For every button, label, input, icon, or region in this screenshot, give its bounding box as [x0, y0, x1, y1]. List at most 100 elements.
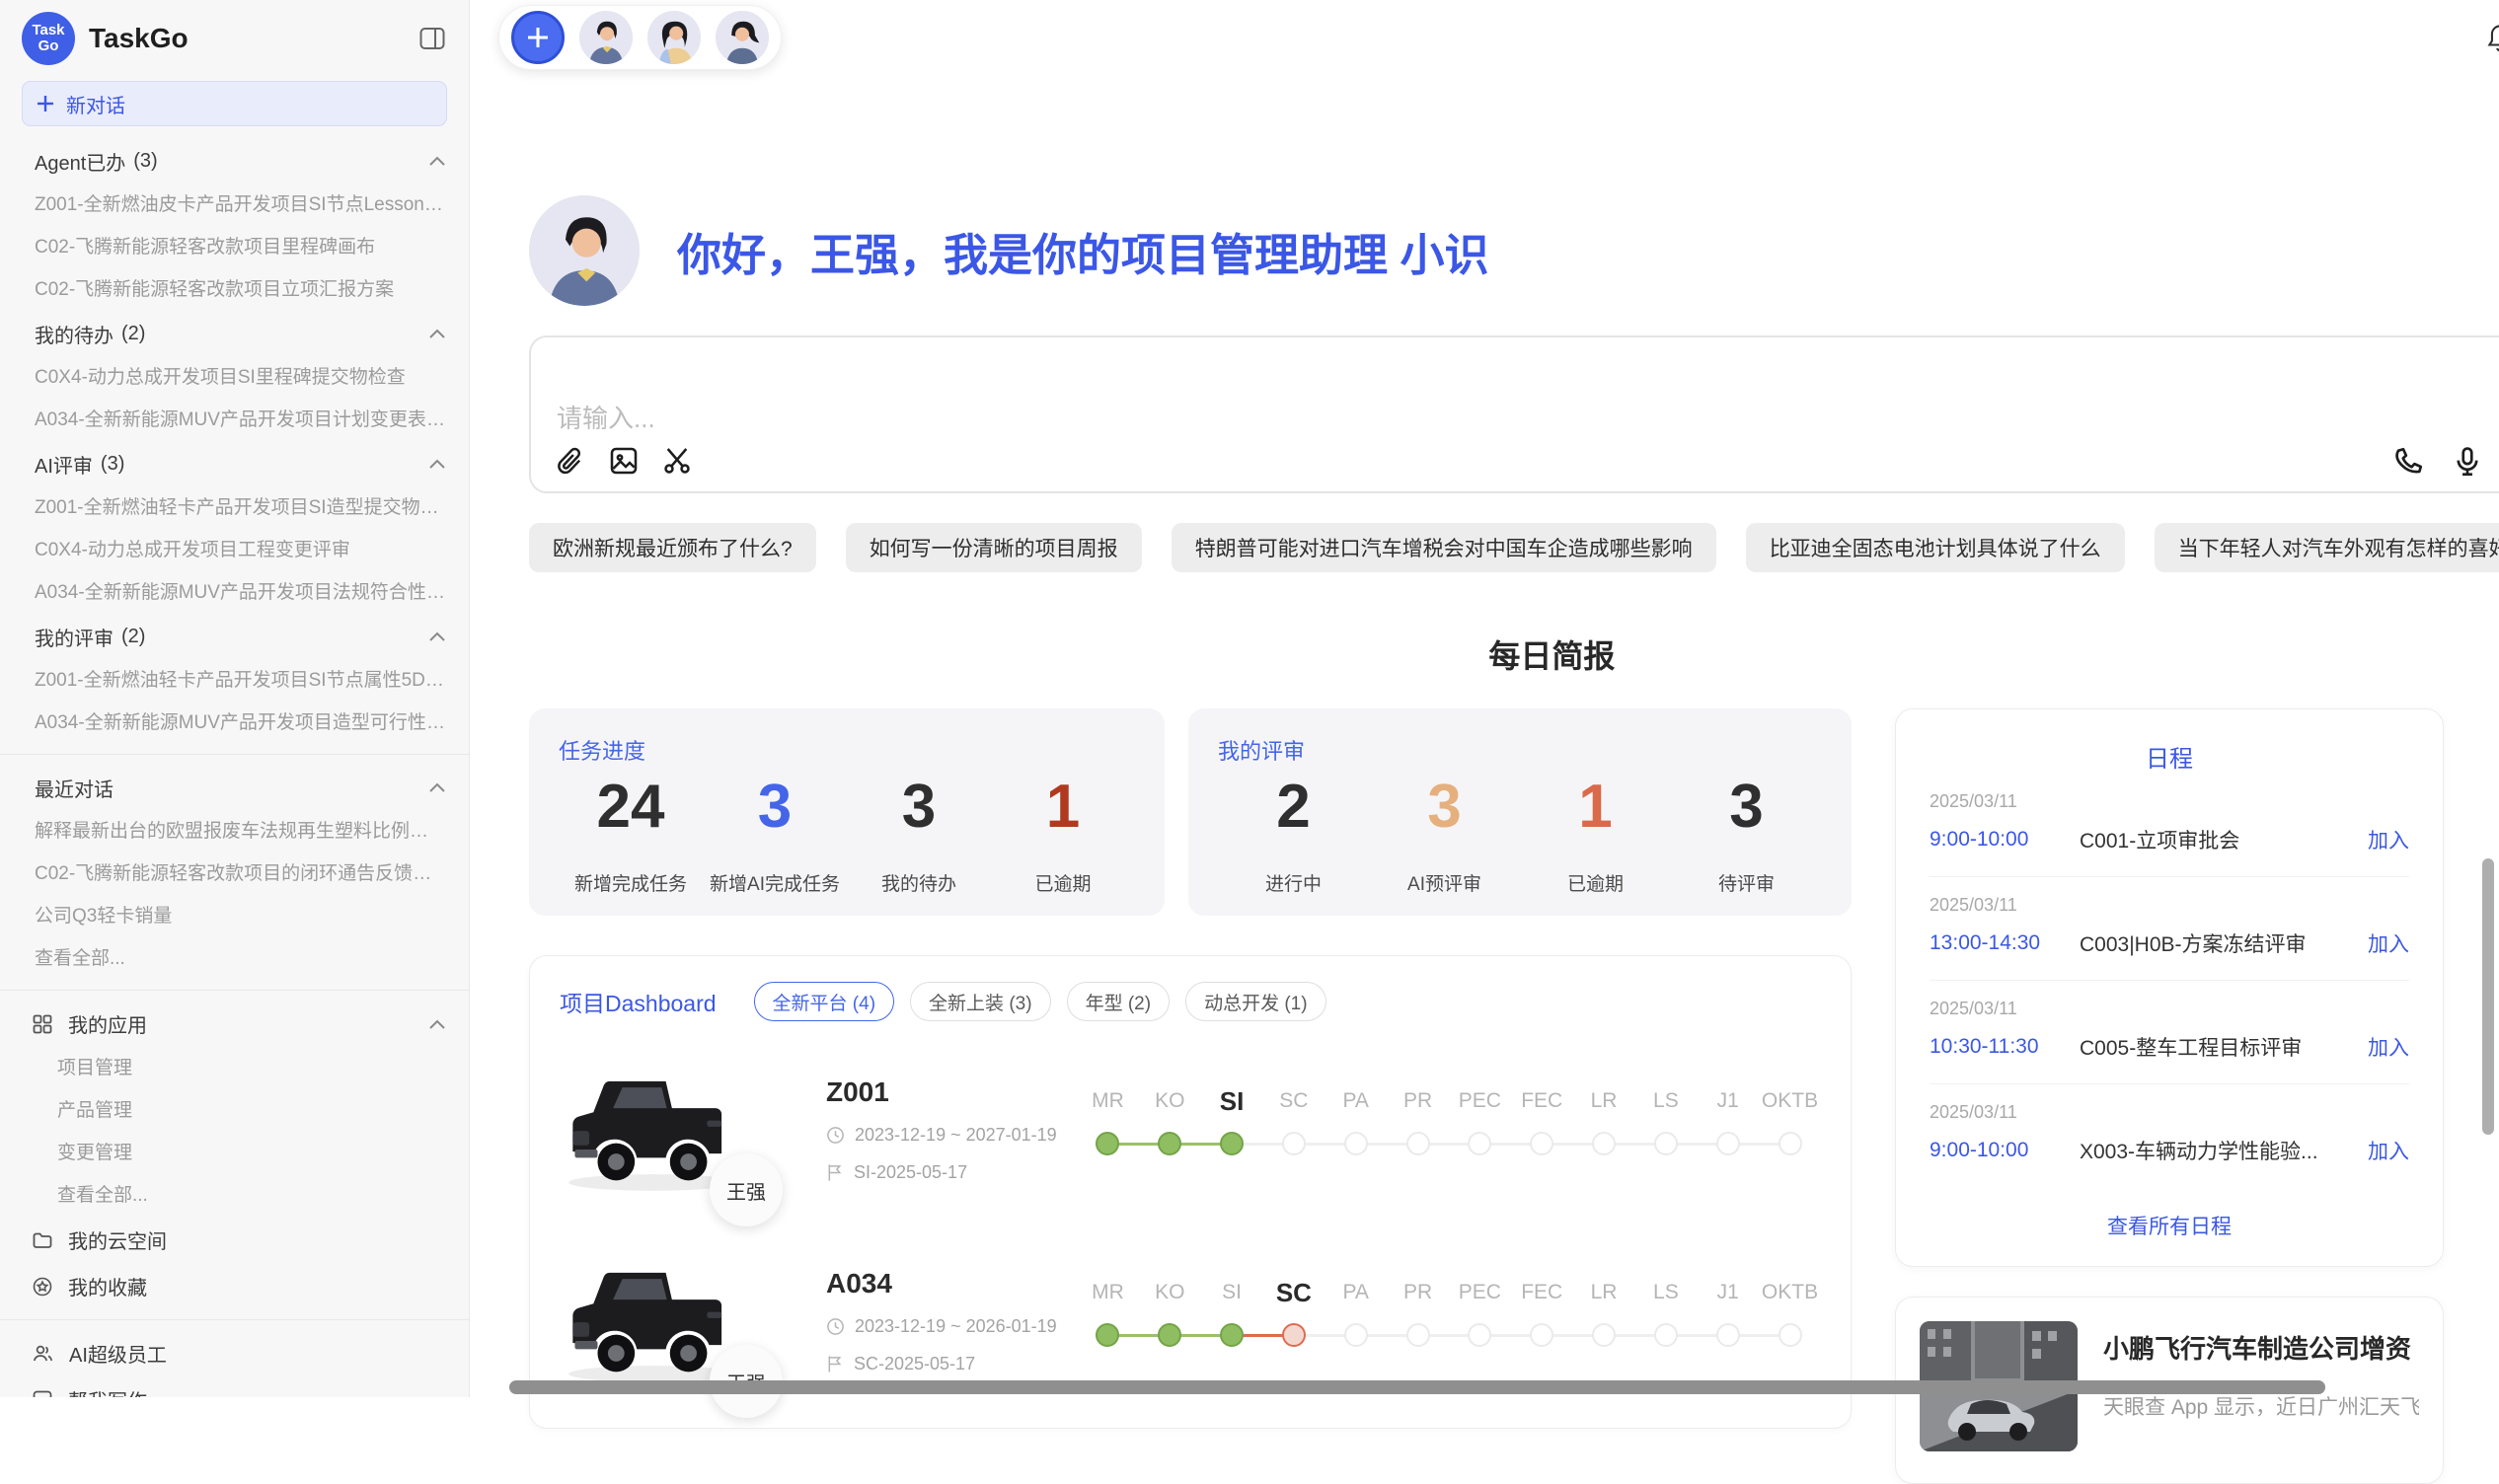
project-code: Z001 [826, 1076, 1077, 1108]
notifications-bell-icon[interactable] [2486, 23, 2499, 52]
collapse-sidebar-icon[interactable] [419, 27, 445, 50]
schedule-event: 2025/03/11 9:00-10:00 X003-车辆动力学性能验... 加… [1930, 1102, 2409, 1187]
chat-input-placeholder: 请输入... [557, 399, 655, 435]
section-header-recent-chats[interactable]: 最近对话 [0, 765, 469, 810]
section-header-agent-done[interactable]: Agent已办 (3) [0, 138, 469, 184]
apps-view-all[interactable]: 查看全部... [0, 1174, 469, 1217]
clock-icon [826, 1126, 845, 1145]
add-contact-button[interactable] [511, 11, 565, 64]
flag-icon [826, 1163, 844, 1182]
project-row[interactable]: 王强 Z001 2023-12-19 ~ 2027-01-19 SI-2025-… [560, 1063, 1821, 1213]
suggestion-chip[interactable]: 欧洲新规最近颁布了什么? [529, 523, 816, 572]
left-column: 任务进度 24新增完成任务 3新增AI完成任务 3我的待办 1已逾期 我的评审 … [529, 708, 1852, 1429]
recent-chat-item[interactable]: 公司Q3轻卡销量 [0, 895, 469, 937]
milestone-dot-OKTB [1779, 1323, 1802, 1347]
sidebar-item-my-apps[interactable]: 我的应用 [0, 1001, 469, 1047]
join-meeting-link[interactable]: 加入 [2368, 1032, 2409, 1062]
milestone-dot-PA [1344, 1132, 1368, 1155]
content: 你好，王强，我是你的项目管理助理 小识 请输入... [470, 195, 2499, 1484]
stats-grid: 24新增完成任务 3新增AI完成任务 3我的待办 1已逾期 [559, 772, 1135, 896]
tab-new-platform[interactable]: 全新平台 (4) [754, 982, 895, 1021]
suggestion-chip[interactable]: 特朗普可能对进口汽车增税会对中国车企造成哪些影响 [1172, 523, 1716, 572]
app-item-project-mgmt[interactable]: 项目管理 [0, 1047, 469, 1089]
sidebar-task-item[interactable]: C02-飞腾新能源轻客改款项目里程碑画布 [0, 226, 469, 268]
chat-input[interactable]: 请输入... [529, 335, 2499, 493]
sidebar-item-favorites[interactable]: 我的收藏 [0, 1263, 469, 1309]
stat: 3新增AI完成任务 [703, 772, 847, 896]
attach-icon[interactable] [555, 445, 586, 479]
join-meeting-link[interactable]: 加入 [2368, 1136, 2409, 1165]
phone-call-icon[interactable] [2391, 445, 2425, 479]
stat-label: 已逾期 [1520, 869, 1671, 896]
join-meeting-link[interactable]: 加入 [2368, 928, 2409, 958]
recent-view-all[interactable]: 查看全部... [0, 937, 469, 980]
recent-chat-item[interactable]: C02-飞腾新能源轻客改款项目的闭环通告反馈情况 [0, 853, 469, 895]
event-date: 2025/03/11 [1930, 791, 2409, 812]
suggestion-chip[interactable]: 如何写一份清晰的项目周报 [846, 523, 1142, 572]
scissors-icon[interactable] [661, 445, 693, 479]
write-icon [33, 1390, 52, 1398]
sidebar-task-item[interactable]: Z001-全新燃油轻卡产品开发项目SI造型提交物评审 [0, 486, 469, 529]
contact-avatar[interactable] [579, 11, 633, 64]
section-header-ai-review[interactable]: AI评审 (3) [0, 441, 469, 486]
project-dates: 2023-12-19 ~ 2026-01-19 [826, 1316, 1077, 1337]
help-write-label: 帮我写作 [68, 1385, 147, 1397]
section-header-my-review[interactable]: 我的评审 (2) [0, 614, 469, 659]
sidebar-item-ai-employee[interactable]: AI超级员工 [0, 1330, 469, 1376]
section-header-my-todo[interactable]: 我的待办 (2) [0, 311, 469, 356]
sidebar-item-cloud-space[interactable]: 我的云空间 [0, 1217, 469, 1263]
sidebar-task-item[interactable]: A034-全新新能源MUV产品开发项目计划变更表编写 [0, 399, 469, 441]
stat-value: 3 [847, 772, 991, 842]
tab-new-body[interactable]: 全新上装 (3) [910, 982, 1051, 1021]
horizontal-scrollbar-thumb[interactable] [509, 1380, 2325, 1394]
microphone-icon[interactable] [2451, 445, 2484, 479]
tab-year-model[interactable]: 年型 (2) [1067, 982, 1171, 1021]
app-item-product-mgmt[interactable]: 产品管理 [0, 1089, 469, 1132]
stat: 24新增完成任务 [559, 772, 703, 896]
divider [0, 1319, 469, 1320]
app-item-change-mgmt[interactable]: 变更管理 [0, 1132, 469, 1174]
stat: 2进行中 [1218, 772, 1369, 896]
my-review-card: 我的评审 2进行中 3AI预评审 1已逾期 3待评审 [1188, 708, 1852, 916]
section-title: AI评审 [35, 450, 93, 479]
sidebar-task-item[interactable]: C0X4-动力总成开发项目工程变更评审 [0, 529, 469, 571]
tab-powertrain[interactable]: 动总开发 (1) [1185, 982, 1326, 1021]
sidebar-task-item[interactable]: A034-全新新能源MUV产品开发项目造型可行性评审 [0, 702, 469, 744]
new-chat-button[interactable]: 新对话 [22, 81, 447, 126]
project-dates-text: 2023-12-19 ~ 2027-01-19 [855, 1125, 1057, 1146]
suggestion-chip[interactable]: 比亚迪全固态电池计划具体说了什么 [1746, 523, 2125, 572]
sidebar-task-item[interactable]: Z001-全新燃油轻卡产品开发项目SI节点属性5D文件评审 [0, 659, 469, 702]
stat: 1已逾期 [991, 772, 1135, 896]
milestone-label-PEC: PEC [1449, 1082, 1511, 1120]
milestone-label-SI: SI [1201, 1082, 1263, 1120]
event-row: 9:00-10:00 C001-立项审批会 加入 [1930, 825, 2409, 877]
milestone-dot-PR [1406, 1132, 1430, 1155]
vertical-scrollbar-thumb[interactable] [2482, 858, 2494, 1135]
image-upload-icon[interactable] [608, 445, 640, 479]
milestone-dot-FEC [1530, 1323, 1553, 1347]
milestone-dot-PEC [1468, 1323, 1491, 1347]
news-title: 小鹏飞行汽车制造公司增资 [2103, 1329, 2419, 1366]
milestone-label-OKTB: OKTB [1759, 1082, 1821, 1120]
contact-avatar[interactable] [647, 11, 701, 64]
sidebar-task-item[interactable]: A034-全新新能源MUV产品开发项目法规符合性评审 [0, 571, 469, 614]
view-all-schedule-link[interactable]: 查看所有日程 [1930, 1211, 2409, 1240]
chevron-up-icon [429, 1019, 445, 1029]
recent-chat-item[interactable]: 解释最新出台的欧盟报废车法规再生塑料比例被调至15%... [0, 810, 469, 853]
suggestion-chip[interactable]: 当下年轻人对汽车外观有怎样的喜好趋势 [2155, 523, 2499, 572]
topbar-right: 王强 [2486, 12, 2499, 63]
join-meeting-link[interactable]: 加入 [2368, 825, 2409, 854]
event-time: 10:30-11:30 [1930, 1035, 2080, 1059]
sidebar-item-help-write[interactable]: 帮我写作 [0, 1376, 469, 1397]
milestone-label-PEC: PEC [1449, 1274, 1511, 1311]
milestone-dot-PEC [1468, 1132, 1491, 1155]
sidebar-task-item[interactable]: C0X4-动力总成开发项目SI里程碑提交物检查 [0, 356, 469, 399]
contact-avatar[interactable] [716, 11, 769, 64]
sidebar-task-item[interactable]: Z001-全新燃油皮卡产品开发项目SI节点Lesson Learn报告 [0, 184, 469, 226]
project-info: Z001 2023-12-19 ~ 2027-01-19 SI-2025-05-… [826, 1063, 1077, 1213]
sidebar-task-item[interactable]: C02-飞腾新能源轻客改款项目立项汇报方案 [0, 268, 469, 311]
schedule-title: 日程 [1930, 739, 2409, 774]
milestone-dot-PA [1344, 1323, 1368, 1347]
new-chat-label: 新对话 [66, 90, 125, 118]
project-flag: SI-2025-05-17 [826, 1162, 1077, 1183]
